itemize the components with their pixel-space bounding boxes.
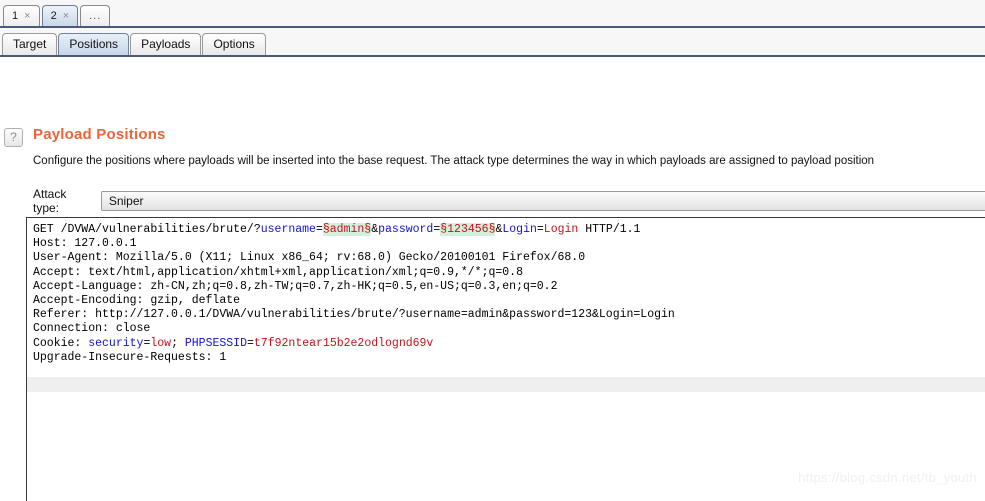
code-token: Login: [502, 223, 537, 236]
header-accept-language: Accept-Language: zh-CN,zh;q=0.8,zh-TW;q=…: [33, 280, 985, 294]
window-tab-moremoremore[interactable]: ...: [80, 5, 111, 26]
code-token: PHPSESSID: [184, 336, 247, 350]
header-upgrade-insecure-requests: Upgrade-Insecure-Requests: 1: [33, 351, 985, 365]
code-token: Connection: close: [33, 322, 151, 336]
header-host: Host: 127.0.0.1: [33, 237, 985, 251]
code-token: low: [150, 336, 172, 350]
header-accept: Accept: text/html,application/xhtml+xml,…: [33, 266, 985, 280]
module-tab-bar: Target Positions Payloads Options: [0, 28, 985, 57]
editor-separator-strip: [27, 377, 985, 392]
window-tab-label: ...: [89, 10, 102, 22]
window-tab-label: 2: [50, 10, 57, 22]
code-token: Login: [543, 223, 579, 236]
code-token: Referer: http://127.0.0.1/DVWA/vulnerabi…: [33, 308, 675, 322]
code-token: t7f92ntear15b2e2odlognd69v: [253, 336, 434, 350]
section-description: Configure the positions where payloads w…: [33, 155, 875, 167]
help-icon[interactable]: ?: [4, 128, 23, 147]
code-token: Cookie:: [33, 336, 89, 350]
attack-type-label: Attack type:: [33, 187, 67, 215]
code-token: password: [378, 223, 434, 236]
header-cookie: Cookie: security=low; PHPSESSID=t7f92nte…: [33, 337, 985, 351]
header-accept-encoding: Accept-Encoding: gzip, deflate: [33, 294, 985, 308]
request-line: GET /DVWA/vulnerabilities/brute/?usernam…: [33, 223, 985, 237]
attack-type-select[interactable]: Sniper: [100, 191, 985, 211]
window-tab-2[interactable]: 2 ×: [41, 5, 79, 26]
attack-type-row: Attack type: Sniper: [33, 187, 985, 215]
code-token: username: [260, 223, 316, 236]
payload-positions-panel: ? Payload Positions Configure the positi…: [0, 57, 985, 501]
window-tab-1[interactable]: 1 ×: [3, 5, 40, 26]
request-text[interactable]: GET /DVWA/vulnerabilities/brute/?usernam…: [27, 218, 985, 365]
window-tab-label: 1: [12, 10, 19, 22]
code-token: =: [247, 336, 254, 350]
close-icon[interactable]: ×: [63, 10, 69, 22]
code-token: =: [315, 223, 323, 236]
tab-positions[interactable]: Positions: [58, 33, 130, 55]
code-token: 123456: [447, 223, 489, 236]
code-token: admin: [329, 223, 365, 236]
request-editor[interactable]: GET /DVWA/vulnerabilities/brute/?usernam…: [26, 217, 985, 501]
code-token: Upgrade-Insecure-Requests: 1: [33, 350, 227, 364]
code-token: HTTP/1.1: [578, 223, 641, 236]
code-token: User-Agent: Mozilla/5.0 (X11; Linux x86_…: [33, 251, 586, 265]
code-token: Accept: text/html,application/xhtml+xml,…: [33, 265, 523, 279]
window-tab-bar: 1 × 2 ×...: [0, 0, 985, 28]
code-token: GET /DVWA/vulnerabilities/brute/?: [33, 223, 261, 236]
header-user-agent: User-Agent: Mozilla/5.0 (X11; Linux x86_…: [33, 251, 985, 265]
code-token: Host: 127.0.0.1: [33, 237, 137, 251]
payload-marker: §: [322, 223, 330, 236]
tab-options[interactable]: Options: [202, 33, 266, 55]
header-referer: Referer: http://127.0.0.1/DVWA/vulnerabi…: [33, 308, 985, 322]
tab-payloads[interactable]: Payloads: [130, 33, 202, 55]
page-title: Payload Positions: [33, 126, 166, 143]
code-token: security: [88, 336, 144, 350]
code-token: =: [536, 223, 544, 236]
window-tabs: 1 × 2 ×...: [0, 0, 985, 26]
code-token: Accept-Encoding: gzip, deflate: [33, 293, 241, 307]
code-token: ;: [171, 336, 185, 350]
tab-target[interactable]: Target: [2, 33, 58, 55]
header-connection: Connection: close: [33, 322, 985, 336]
module-tabs: Target Positions Payloads Options: [0, 28, 985, 55]
close-icon[interactable]: ×: [24, 10, 30, 22]
code-token: Accept-Language: zh-CN,zh;q=0.8,zh-TW;q=…: [33, 279, 558, 293]
